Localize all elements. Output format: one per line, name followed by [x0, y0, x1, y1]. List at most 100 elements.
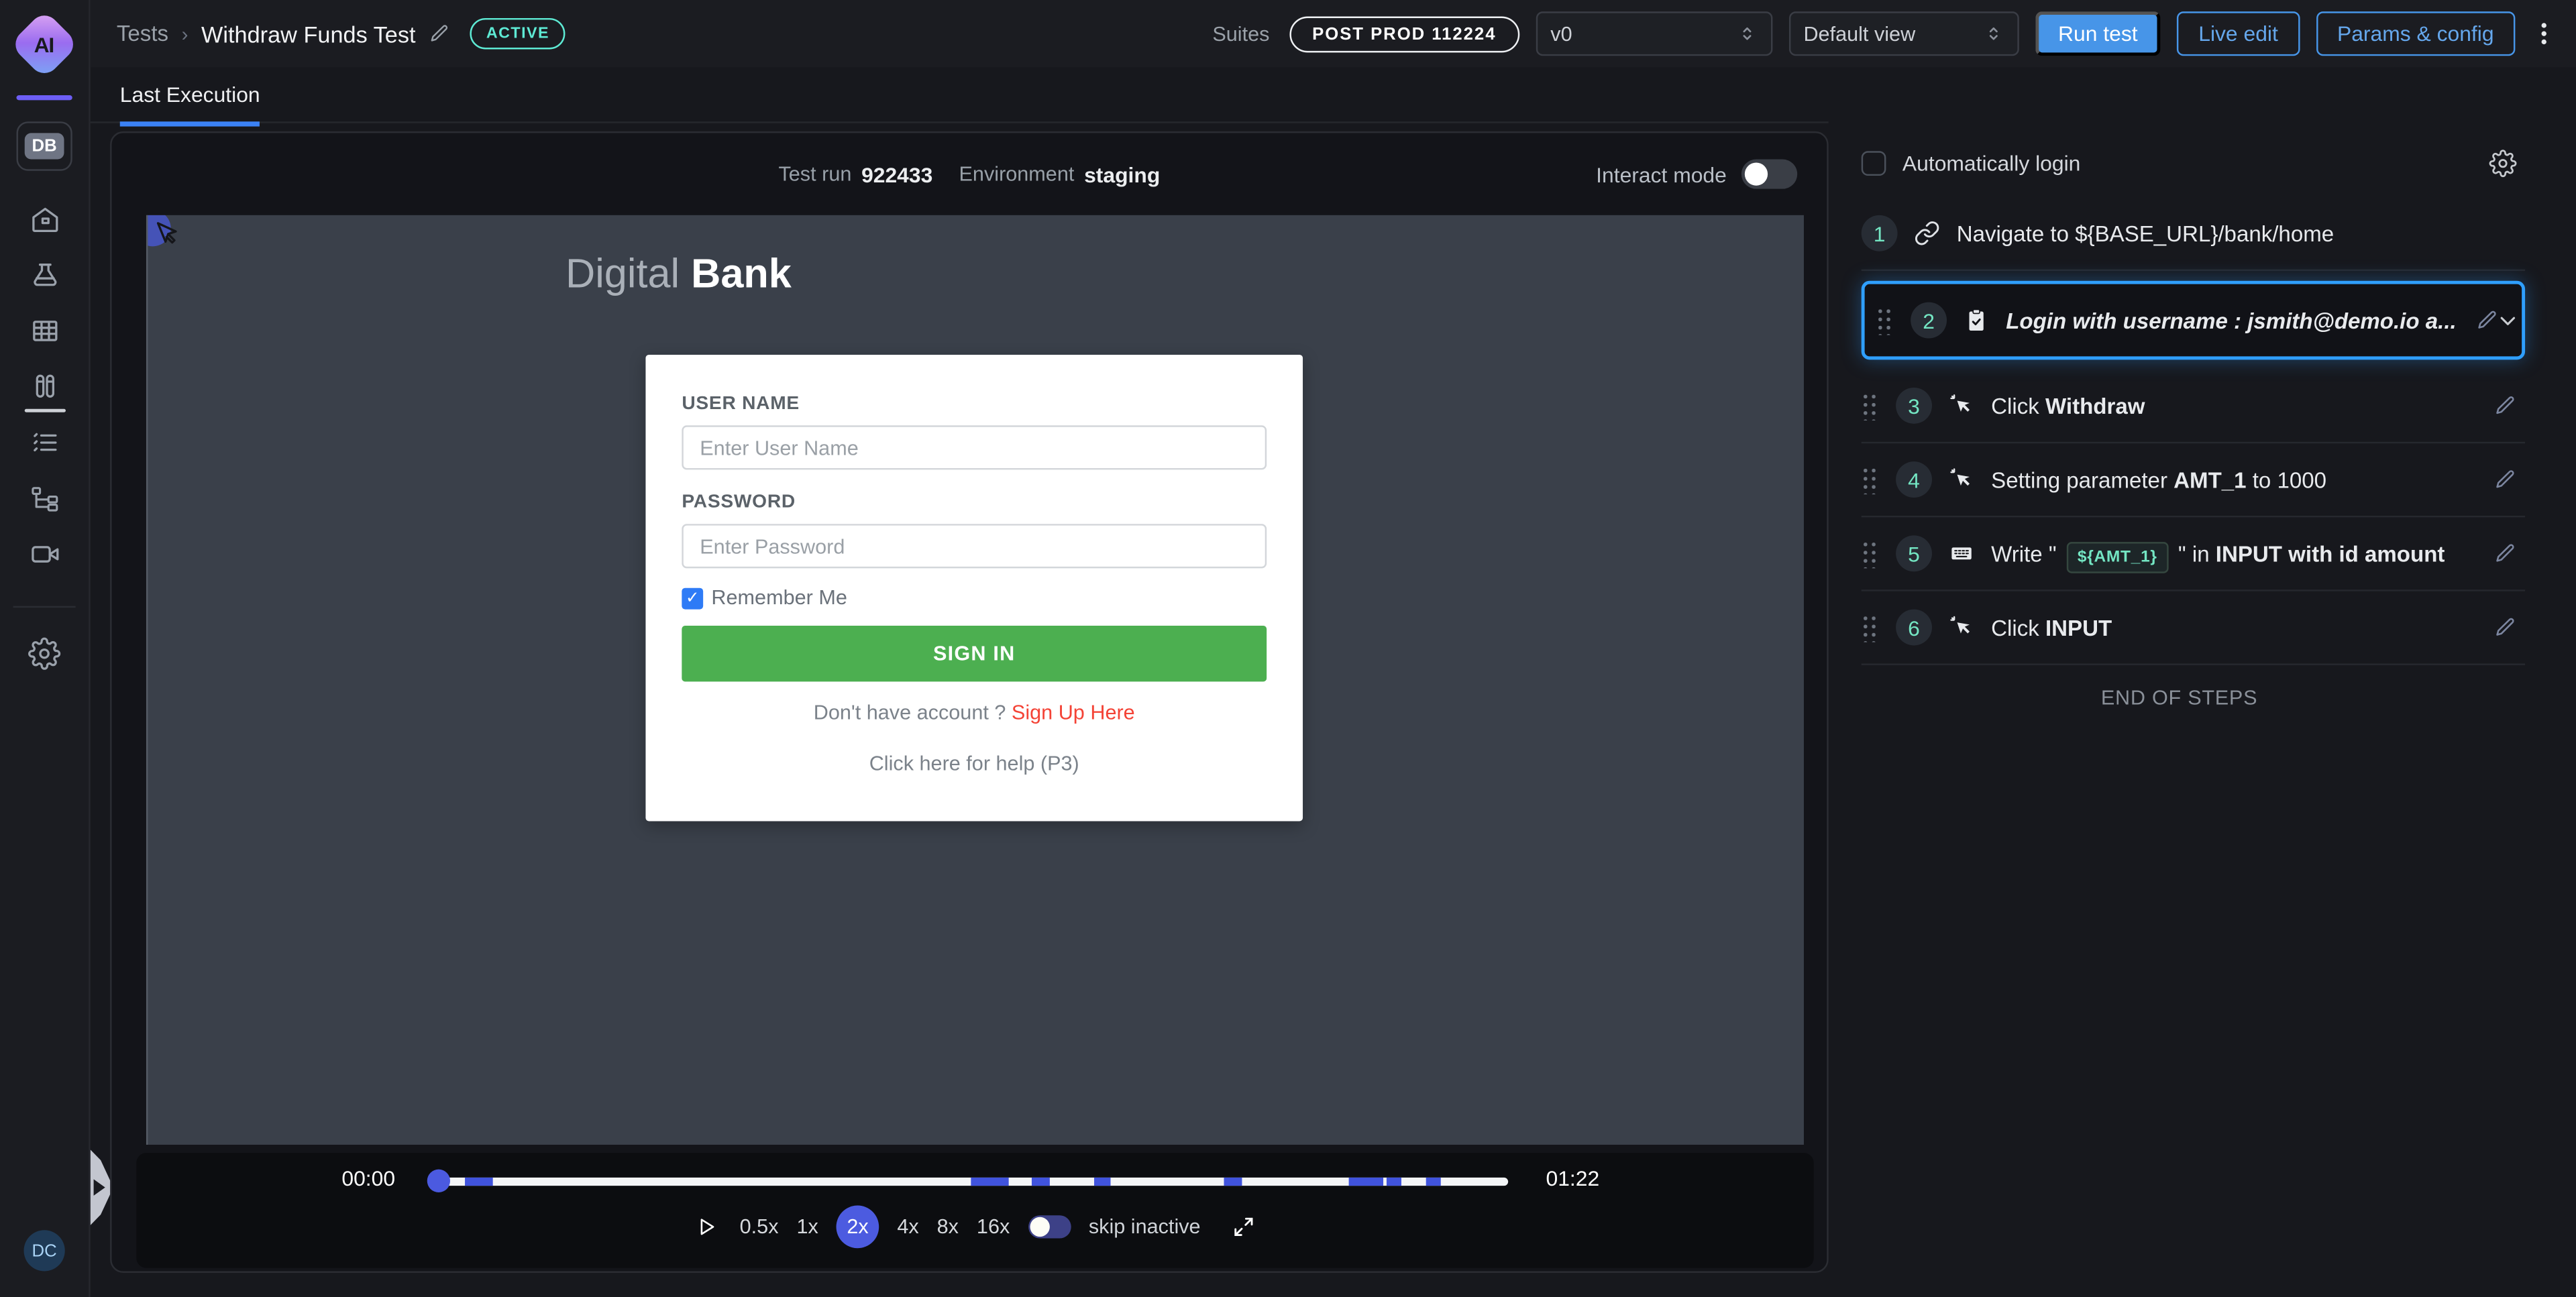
chevron-updown-icon: [1736, 23, 1758, 44]
drag-handle-icon[interactable]: [1862, 614, 1880, 642]
bank-page-title: Digital Bank: [148, 251, 1209, 299]
checklist-icon[interactable]: [29, 427, 60, 459]
fullscreen-icon[interactable]: [1232, 1215, 1254, 1238]
test-tubes-icon[interactable]: [29, 371, 60, 402]
speed-8x[interactable]: 8x: [937, 1215, 959, 1238]
speed-2x-selected[interactable]: 2x: [837, 1206, 879, 1249]
sign-up-link[interactable]: Sign Up Here: [1012, 701, 1135, 724]
password-input[interactable]: [682, 524, 1267, 568]
steps-settings-icon[interactable]: [2489, 149, 2517, 177]
active-nav-indicator: [24, 409, 65, 412]
step-text: Setting parameter AMT_1 to 1000: [1991, 467, 2326, 492]
execution-header: Test run 922433 Environment staging Inte…: [112, 133, 1827, 215]
clipboard-check-icon: [1964, 307, 1990, 333]
breadcrumb-tests[interactable]: Tests: [117, 21, 168, 46]
step-row-6[interactable]: 6 Click INPUT: [1832, 591, 2576, 664]
step-row-4[interactable]: 4 Setting parameter AMT_1 to 1000: [1832, 443, 2576, 516]
workspace-badge: DB: [25, 133, 64, 159]
drag-handle-icon[interactable]: [1862, 465, 1880, 494]
remember-me-checkbox[interactable]: ✓: [682, 587, 703, 609]
flow-tree-icon[interactable]: [29, 483, 60, 514]
player-controls: 0.5x 1x 2x 4x 8x 16x skip inactive: [136, 1206, 1813, 1249]
speed-16x[interactable]: 16x: [977, 1215, 1010, 1238]
step-text: Click INPUT: [1991, 615, 2112, 640]
step-number: 6: [1896, 610, 1932, 646]
data-table-icon[interactable]: [29, 315, 60, 347]
steps-panel-header: Automatically login: [1832, 131, 2576, 184]
step-text: Login with username : jsmith@demo.io a..…: [2006, 308, 2457, 333]
skip-inactive-label: skip inactive: [1089, 1215, 1201, 1238]
execution-panel: Test run 922433 Environment staging Inte…: [110, 131, 1829, 1273]
bank-login-card: USER NAME PASSWORD ✓ Remember Me SIGN IN…: [645, 355, 1303, 822]
sign-in-button[interactable]: SIGN IN: [682, 626, 1267, 681]
run-test-button[interactable]: Run test: [2035, 11, 2161, 56]
tab-last-execution[interactable]: Last Execution: [120, 82, 260, 126]
app-logo[interactable]: AI: [9, 9, 79, 79]
params-config-button[interactable]: Params & config: [2316, 11, 2515, 56]
username-input[interactable]: [682, 425, 1267, 469]
step-row-2-selected[interactable]: 2 Login with username : jsmith@demo.io a…: [1862, 281, 2525, 360]
playhead[interactable]: [427, 1170, 450, 1192]
step-number: 5: [1896, 535, 1932, 571]
signup-prefix: Don't have account ?: [814, 701, 1012, 724]
step-row-5[interactable]: 5 Write " ${AMT_1} " in INPUT with id am…: [1832, 517, 2576, 589]
sidebar-divider: [13, 606, 76, 608]
play-icon[interactable]: [696, 1215, 718, 1238]
suites-label: Suites: [1212, 22, 1269, 45]
version-select-value: v0: [1550, 22, 1572, 45]
edit-title-icon[interactable]: [429, 23, 450, 44]
interact-mode-label: Interact mode: [1596, 162, 1727, 186]
user-avatar[interactable]: DC: [24, 1230, 65, 1271]
signup-row: Don't have account ? Sign Up Here: [682, 701, 1267, 724]
chevron-updown-icon: [1982, 23, 2004, 44]
edit-step-icon[interactable]: [2494, 542, 2517, 565]
speed-1x[interactable]: 1x: [796, 1215, 818, 1238]
version-select[interactable]: v0: [1536, 11, 1772, 56]
speed-0-5x[interactable]: 0.5x: [740, 1215, 779, 1238]
password-label: PASSWORD: [682, 493, 1267, 512]
recordings-icon[interactable]: [29, 539, 60, 570]
cursor-click-icon: [1948, 467, 1974, 493]
home-icon[interactable]: [29, 204, 60, 235]
test-run-id: 922433: [861, 162, 932, 186]
step-row-1[interactable]: 1 Navigate to ${BASE_URL}/bank/home: [1832, 197, 2576, 270]
drag-handle-icon[interactable]: [1862, 539, 1880, 567]
recorded-cursor-icon: [151, 219, 184, 251]
environment-value: staging: [1084, 162, 1160, 186]
interact-mode-toggle[interactable]: [1741, 160, 1797, 189]
top-bar: Tests › Withdraw Funds Test ACTIVE Suite…: [91, 0, 2576, 67]
auto-login-checkbox[interactable]: [1862, 150, 1886, 175]
page-title: Withdraw Funds Test: [201, 21, 416, 47]
step-text: Write " ${AMT_1} " in INPUT with id amou…: [1991, 541, 2445, 566]
app-root: AI DB DC T: [0, 0, 2576, 1297]
drag-handle-icon[interactable]: [1876, 306, 1894, 335]
video-replay-area[interactable]: Digital Bank USER NAME PASSWORD ✓ Rememb…: [146, 215, 1804, 1145]
username-label: USER NAME: [682, 394, 1267, 414]
workspace-switcher[interactable]: DB: [16, 121, 72, 170]
live-edit-button[interactable]: Live edit: [2177, 11, 2299, 56]
breadcrumb-separator: ›: [182, 22, 189, 45]
tests-flask-icon[interactable]: [29, 260, 60, 291]
edit-step-icon[interactable]: [2494, 468, 2517, 491]
more-options-icon[interactable]: [2535, 23, 2553, 44]
settings-icon[interactable]: [28, 637, 61, 670]
step-number: 4: [1896, 461, 1932, 498]
timeline-track[interactable]: [432, 1178, 1508, 1186]
end-of-steps-label: END OF STEPS: [1832, 665, 2576, 710]
environment-label: Environment: [959, 162, 1075, 185]
auto-login-label: Automatically login: [1902, 150, 2080, 175]
skip-inactive-toggle[interactable]: [1028, 1215, 1071, 1238]
step-row-3[interactable]: 3 Click Withdraw: [1832, 370, 2576, 442]
help-link[interactable]: Click here for help (P3): [682, 752, 1267, 775]
edit-step-icon[interactable]: [2476, 308, 2499, 331]
chevron-down-icon[interactable]: [2496, 308, 2520, 333]
suite-pill[interactable]: POST PROD 112224: [1289, 15, 1519, 52]
view-select[interactable]: Default view: [1788, 11, 2019, 56]
edit-step-icon[interactable]: [2494, 394, 2517, 417]
edit-step-icon[interactable]: [2494, 616, 2517, 638]
status-badge: ACTIVE: [470, 18, 566, 50]
speed-4x[interactable]: 4x: [897, 1215, 918, 1238]
remember-me-row: ✓ Remember Me: [682, 586, 1267, 609]
view-select-value: Default view: [1803, 22, 1915, 45]
drag-handle-icon[interactable]: [1862, 392, 1880, 420]
